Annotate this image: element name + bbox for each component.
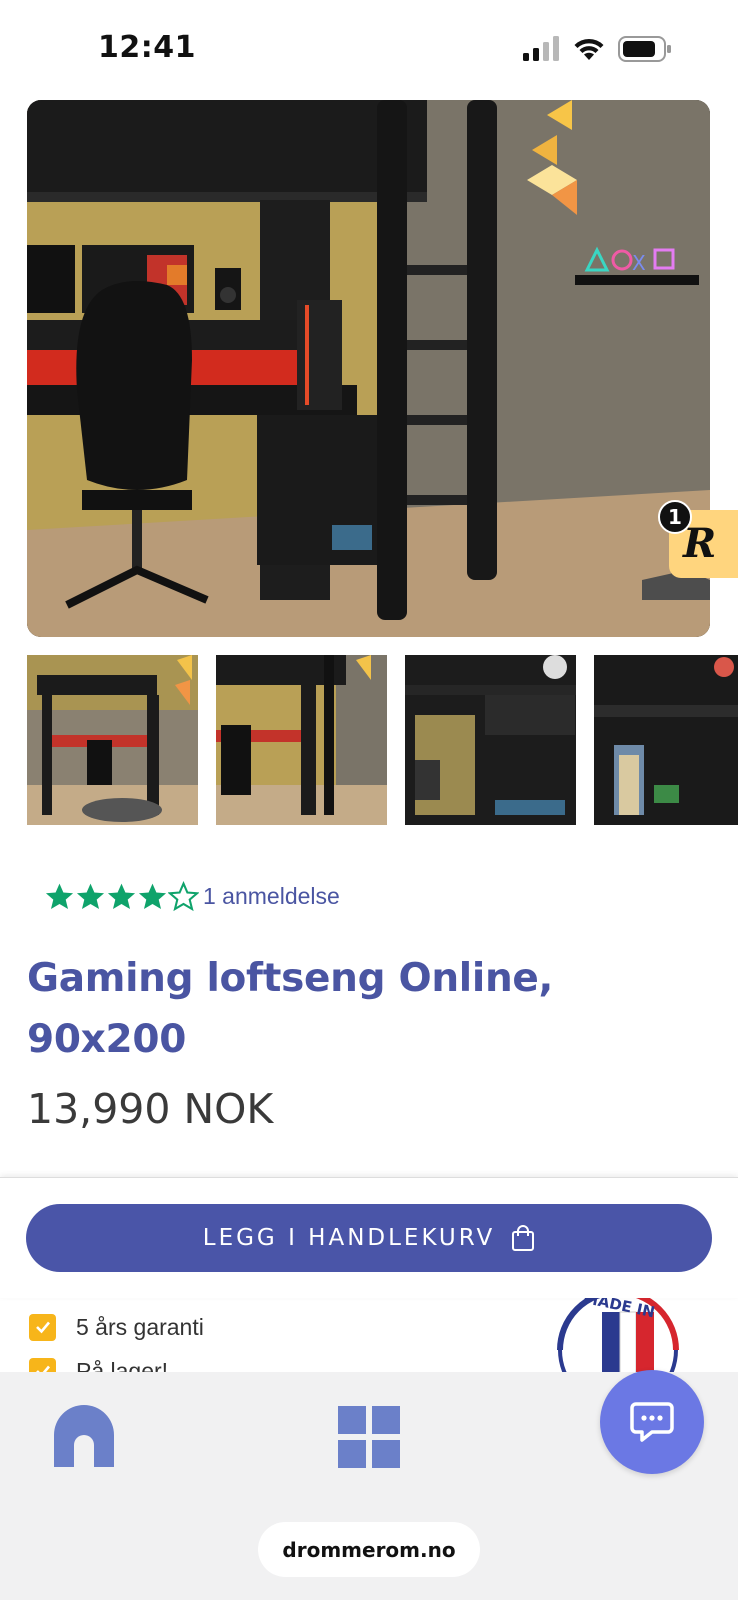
status-icons	[522, 36, 672, 62]
star-filled-icon	[138, 883, 167, 909]
rewards-count-badge: 1	[658, 500, 692, 534]
wifi-icon	[574, 38, 604, 60]
product-title: Gaming loftseng Online, 90x200	[27, 956, 554, 1062]
feature-text: 5 års garanti	[76, 1313, 204, 1340]
status-bar: 12:41	[0, 0, 738, 100]
shopping-bag-icon	[512, 1225, 535, 1251]
svg-text:X: X	[632, 251, 646, 275]
checkmark-icon	[29, 1313, 56, 1341]
battery-icon	[618, 36, 671, 62]
star-empty-icon	[168, 880, 199, 911]
thumbnail-2[interactable]	[216, 655, 387, 825]
star-filled-icon	[76, 883, 105, 909]
thumbnail-strip[interactable]	[27, 655, 738, 825]
thumbnail-3[interactable]	[405, 655, 576, 825]
feature-item: 5 års garanti	[29, 1309, 204, 1345]
chat-icon	[630, 1402, 674, 1442]
add-to-cart-label: LEGG I HANDLEKURV	[202, 1225, 496, 1251]
thumbnail-4[interactable]	[594, 655, 738, 825]
thumbnail-1[interactable]	[27, 655, 198, 825]
home-icon[interactable]	[54, 1405, 114, 1467]
product-price: 13,990 NOK	[27, 1085, 274, 1133]
star-filled-icon	[107, 883, 136, 909]
rating-row[interactable]: 1 anmeldelse	[44, 880, 340, 912]
add-to-cart-button[interactable]: LEGG I HANDLEKURV	[26, 1204, 712, 1272]
review-count-link[interactable]: 1 anmeldelse	[203, 883, 340, 910]
grid-icon[interactable]	[338, 1406, 400, 1468]
star-filled-icon	[45, 883, 74, 909]
browser-url-bar[interactable]: drommerom.no	[258, 1522, 480, 1577]
add-to-cart-bar: LEGG I HANDLEKURV	[0, 1177, 738, 1298]
cellular-signal-icon	[523, 36, 559, 61]
product-hero-image[interactable]: X	[27, 100, 710, 637]
chat-button[interactable]	[600, 1370, 704, 1474]
status-time: 12:41	[98, 30, 196, 65]
